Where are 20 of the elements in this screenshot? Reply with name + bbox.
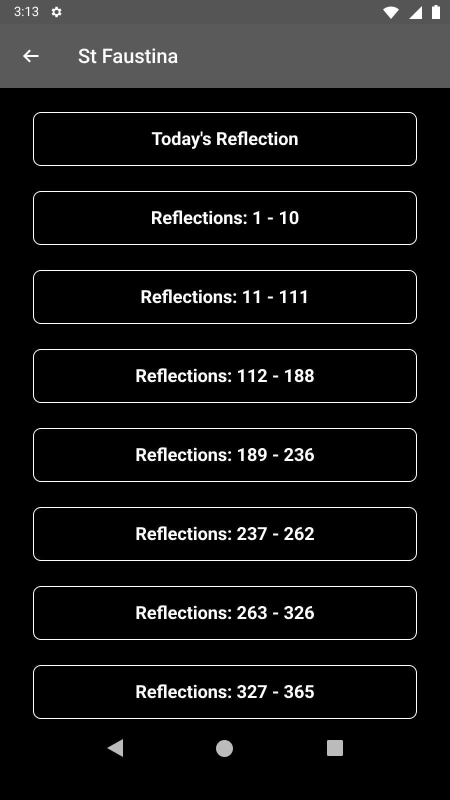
reflection-button[interactable]: Reflections: 327 - 365 [33,665,417,719]
square-icon [327,740,344,756]
reflection-button[interactable]: Reflections: 237 - 262 [33,507,417,561]
reflection-button[interactable]: Reflections: 1 - 10 [33,191,417,245]
reflection-button[interactable]: Reflections: 189 - 236 [33,428,417,482]
reflection-button[interactable]: Reflections: 11 - 111 [33,270,417,324]
reflection-button[interactable]: Reflections: 263 - 326 [33,586,417,640]
back-nav-button[interactable] [106,739,123,757]
signal-icon [409,6,422,18]
recents-nav-button[interactable] [327,740,344,756]
reflection-button[interactable]: Reflections: 112 - 188 [33,349,417,403]
home-nav-button[interactable] [216,740,234,756]
triangle-icon [106,739,123,757]
app-title: St Faustina [78,44,178,68]
status-time: 3:13 [14,4,40,20]
reflection-button[interactable]: Today's Reflection [33,112,417,166]
settings-icon [49,5,64,19]
wifi-icon [383,6,399,18]
battery-icon [432,5,440,19]
circle-icon [216,740,234,756]
